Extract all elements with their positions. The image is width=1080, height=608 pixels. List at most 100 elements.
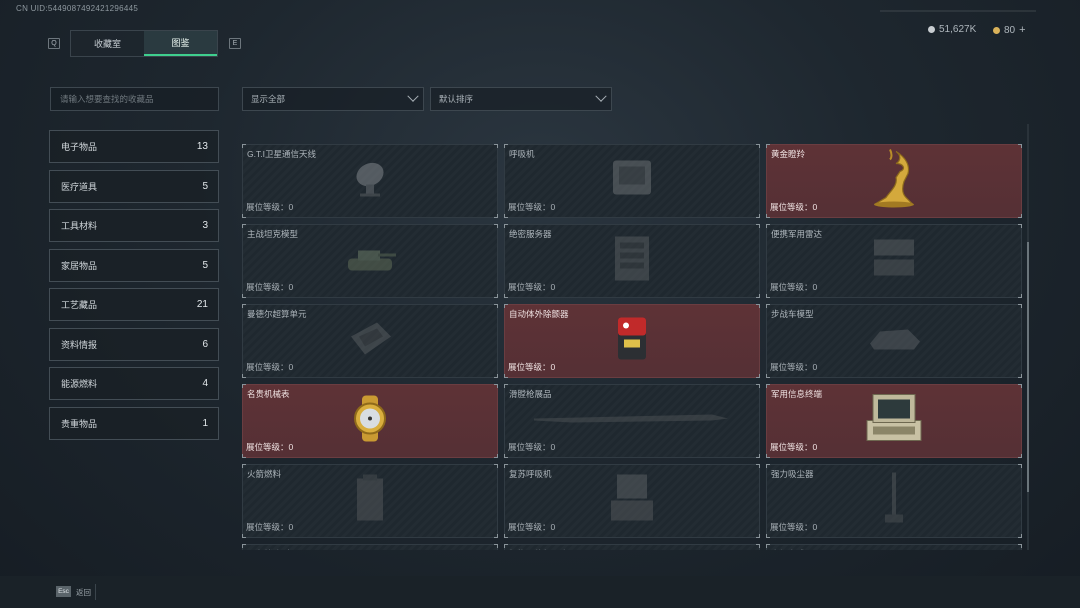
cell-corner-mark <box>766 144 770 148</box>
category-energy[interactable]: 能源燃料 4 <box>49 367 219 400</box>
server-icon <box>611 233 653 290</box>
cell-corner-mark <box>242 454 246 458</box>
item-name: G.T.I卫星通信天线 <box>247 149 316 159</box>
category-intel[interactable]: 资料情报 6 <box>49 327 219 361</box>
top-decor-line <box>880 10 1036 12</box>
display-level: 展位等级：0 <box>246 442 294 452</box>
category-label: 资料情报 <box>61 339 98 350</box>
item-name: 滑膛枪展品 <box>509 389 552 399</box>
esc-key-hint[interactable]: Esc <box>56 586 71 597</box>
category-label: 贵重物品 <box>61 418 98 429</box>
category-household[interactable]: 家居物品 5 <box>49 248 219 282</box>
silver-currency: 51,627K <box>928 24 976 35</box>
display-level: 展位等级：0 <box>508 282 556 292</box>
tank-model-icon <box>342 241 398 282</box>
cell-corner-mark <box>494 294 498 298</box>
supercomputer-icon <box>343 317 397 366</box>
category-count: 5 <box>202 180 208 192</box>
cell-corner-mark <box>242 294 246 298</box>
collection-item-card[interactable]: 复苏呼吸机 展位等级：0 <box>504 464 760 538</box>
cell-corner-mark <box>504 214 508 218</box>
collection-item-card[interactable]: 步战车模型展位等级：0 <box>766 304 1022 378</box>
gold-amount: 80 <box>1004 24 1016 36</box>
tab-collection-room[interactable]: 收藏室 <box>71 31 144 56</box>
cell-corner-mark <box>1018 144 1022 148</box>
cell-corner-mark <box>756 544 760 548</box>
cell-corner-mark <box>242 304 246 308</box>
category-crafts[interactable]: 工艺藏品 21 <box>49 288 219 321</box>
cell-corner-mark <box>494 454 498 458</box>
collection-item-card[interactable]: 便携军用雷达 展位等级：0 <box>766 224 1022 298</box>
collection-item-card[interactable]: 主战坦克模型 展位等级：0 <box>242 224 498 298</box>
back-label[interactable]: 返回 <box>76 587 91 598</box>
search-input[interactable]: 请输入想要查找的收藏品 <box>50 87 219 111</box>
category-count: 13 <box>196 141 208 152</box>
cell-corner-mark <box>1018 214 1022 218</box>
silver-amount: 51,627K <box>939 24 977 35</box>
category-tools[interactable]: 工具材料 3 <box>49 209 219 242</box>
cell-corner-mark <box>242 534 246 538</box>
cell-corner-mark <box>766 304 770 308</box>
vacuum-icon <box>879 471 909 532</box>
item-name: 曼德尔超算单元 <box>247 309 307 319</box>
cell-corner-mark <box>766 224 770 228</box>
display-level: 展位等级：0 <box>770 522 818 532</box>
collection-item-card[interactable]: 扫拖一体机器人展位等级：0 <box>504 544 760 550</box>
collection-item-card[interactable]: 强力吸尘器 展位等级：0 <box>766 464 1022 538</box>
collection-item-card[interactable]: 自动体外除颤器 展位等级：0 <box>504 304 760 378</box>
display-level: 展位等级：0 <box>770 442 818 452</box>
category-label: 工艺藏品 <box>61 300 98 310</box>
cell-corner-mark <box>766 374 770 378</box>
add-currency-button[interactable]: + <box>1019 24 1025 36</box>
cell-corner-mark <box>494 214 498 218</box>
collection-item-card[interactable]: 绝密服务器展位等级：0 <box>504 224 760 298</box>
collection-item-card[interactable]: G.T.I卫星通信天线 展位等级：0 <box>242 144 498 218</box>
cell-corner-mark <box>756 144 760 148</box>
collection-item-card[interactable]: 曼德尔超算单元 展位等级：0 <box>242 304 498 378</box>
collection-item-card[interactable]: 呼吸机 展位等级：0 <box>504 144 760 218</box>
display-level: 展位等级：0 <box>246 522 294 532</box>
cell-corner-mark <box>1018 384 1022 388</box>
cell-corner-mark <box>1018 454 1022 458</box>
display-level: 展位等级：0 <box>770 362 818 372</box>
collection-item-card[interactable]: 火箭燃料 展位等级：0 <box>242 464 498 538</box>
scrollbar[interactable] <box>1027 124 1029 550</box>
collection-item-card[interactable]: 高级咖啡豆展位等级：0 <box>766 544 1022 550</box>
collection-item-card[interactable]: 名贵机械表 展位等级：0 <box>242 384 498 458</box>
category-medical[interactable]: 医疗道具 5 <box>49 169 219 203</box>
cell-corner-mark <box>242 544 246 548</box>
item-name: 绝密服务器 <box>509 229 552 239</box>
collection-item-card[interactable]: 黄金瞪羚 展位等级：0 <box>766 144 1022 218</box>
category-label: 工具材料 <box>61 221 98 231</box>
item-name: 高级咖啡豆 <box>771 548 814 550</box>
bottom-bar <box>0 576 1080 608</box>
cell-corner-mark <box>766 294 770 298</box>
collection-item-card[interactable]: 云存储阵列展位等级：0 <box>242 544 498 550</box>
cell-corner-mark <box>1018 534 1022 538</box>
collection-item-card[interactable]: 滑膛枪展品展位等级：0 <box>504 384 760 458</box>
category-electronics[interactable]: 电子物品 13 <box>49 130 219 163</box>
cell-corner-mark <box>1018 374 1022 378</box>
item-name: 步战车模型 <box>771 309 814 319</box>
chevron-down-icon <box>407 90 419 102</box>
ventilator-icon <box>607 157 657 206</box>
filter-dropdown[interactable]: 显示全部 <box>242 87 424 111</box>
cell-corner-mark <box>494 544 498 548</box>
cell-corner-mark <box>756 214 760 218</box>
cell-corner-mark <box>242 374 246 378</box>
military-terminal-icon <box>861 391 927 452</box>
cell-corner-mark <box>494 304 498 308</box>
tab-codex[interactable]: 图鉴 <box>144 31 217 56</box>
cell-corner-mark <box>504 534 508 538</box>
cell-corner-mark <box>766 464 770 468</box>
collection-item-card[interactable]: 军用信息终端 展位等级：0 <box>766 384 1022 458</box>
category-count: 21 <box>196 299 208 310</box>
sort-dropdown[interactable]: 默认排序 <box>430 87 612 111</box>
scrollbar-thumb[interactable] <box>1027 242 1029 492</box>
category-valuables[interactable]: 贵重物品 1 <box>49 406 219 440</box>
ifv-model-icon <box>864 322 924 361</box>
category-label: 医疗道具 <box>61 181 98 192</box>
display-level: 展位等级：0 <box>508 442 556 452</box>
cell-corner-mark <box>766 544 770 548</box>
cell-corner-mark <box>504 144 508 148</box>
